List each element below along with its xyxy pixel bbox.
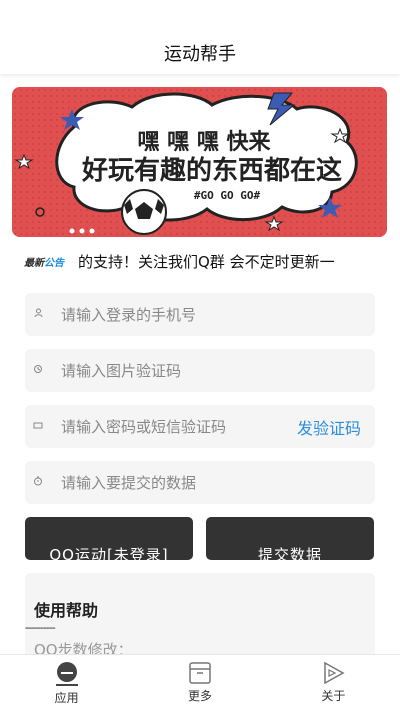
submit-data-button[interactable]: 提交数据 <box>206 517 374 560</box>
data-input[interactable]: 请输入要提交的数据 <box>61 472 375 493</box>
captcha-input[interactable]: 请输入图片验证码 <box>61 360 375 381</box>
lock-icon <box>31 421 45 432</box>
more-icon <box>189 662 211 684</box>
tab-about-label: 关于 <box>321 689 346 703</box>
tab-about[interactable]: 关于 <box>267 655 400 711</box>
qq-login-button[interactable]: QQ运动[未登录] <box>25 517 193 560</box>
app-icon <box>55 662 78 686</box>
clock-icon <box>31 476 45 489</box>
announcement-bar[interactable]: 最新公告 的支持！关注我们Q群 会不定时更新一 <box>24 250 388 272</box>
announcement-logo: 最新公告 <box>24 257 64 269</box>
promo-banner[interactable]: 嘿 嘿 嘿 快来 好玩有趣的东西都在这 #GO GO GO# <box>12 87 387 237</box>
banner-illustration: 嘿 嘿 嘿 快来 好玩有趣的东西都在这 #GO GO GO# <box>12 87 387 237</box>
app-header: 运动帮手 <box>0 0 400 74</box>
user-icon <box>31 308 45 321</box>
image-captcha-icon <box>31 364 45 377</box>
soccer-ball-icon <box>121 189 167 235</box>
send-code-button[interactable]: 发验证码 <box>297 415 361 439</box>
page-title: 运动帮手 <box>164 44 236 65</box>
password-field[interactable]: 请输入密码或短信验证码 发验证码 <box>25 405 375 448</box>
phone-input[interactable]: 请输入登录的手机号 <box>61 304 375 325</box>
help-divider: ---------- <box>25 621 56 634</box>
tab-app[interactable]: 应用 <box>0 655 133 711</box>
about-icon <box>324 661 345 685</box>
help-title: 使用帮助 <box>34 601 99 620</box>
captcha-field[interactable]: 请输入图片验证码 <box>25 349 375 392</box>
data-field[interactable]: 请输入要提交的数据 <box>25 461 375 504</box>
tab-app-label: 应用 <box>54 691 79 705</box>
banner-line1: 嘿 嘿 嘿 快来 <box>138 130 272 155</box>
phone-field[interactable]: 请输入登录的手机号 <box>25 293 375 336</box>
password-input[interactable]: 请输入密码或短信验证码 <box>61 416 297 437</box>
tab-more-label: 更多 <box>187 689 212 703</box>
bottom-tab-bar: 应用 更多 关于 <box>0 654 400 711</box>
tab-more[interactable]: 更多 <box>133 655 266 711</box>
banner-tag: #GO GO GO# <box>194 189 261 202</box>
banner-line2: 好玩有趣的东西都在这 <box>81 155 342 186</box>
announcement-text: 的支持！关注我们Q群 会不定时更新一 <box>78 252 335 271</box>
